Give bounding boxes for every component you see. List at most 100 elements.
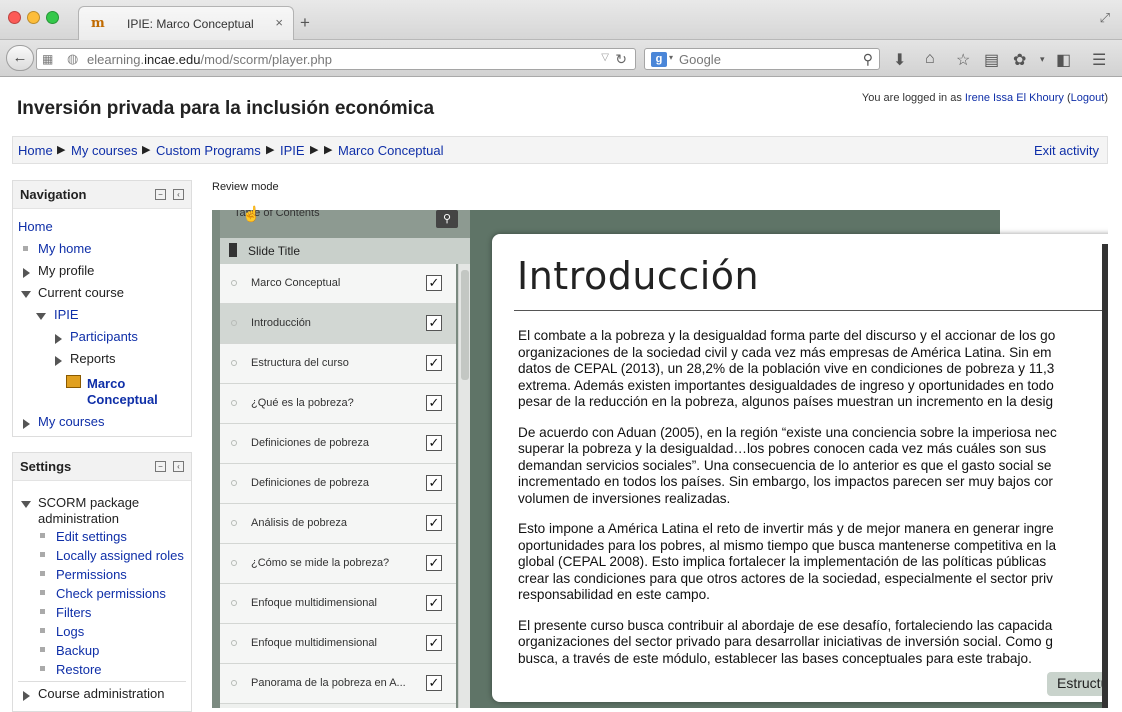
settings-scorm-admin-line2[interactable]: administration [38, 511, 119, 526]
tabs-grid-icon[interactable]: ▦ [42, 52, 53, 66]
breadcrumb-home[interactable]: Home [18, 143, 53, 158]
settings-check-permissions[interactable]: Check permissions [56, 586, 166, 601]
logout-link[interactable]: Logout [1071, 92, 1105, 104]
tab-close-icon[interactable]: × [275, 15, 283, 30]
close-window-button[interactable] [8, 11, 21, 24]
url-dropdown-icon[interactable]: ▽ [601, 52, 609, 63]
next-slide-button[interactable]: Estructu [1047, 672, 1108, 696]
settings-locally-assigned-roles[interactable]: Locally assigned roles [56, 548, 184, 563]
nav-current-course[interactable]: Current course [38, 285, 124, 300]
nav-my-home[interactable]: My home [38, 241, 91, 256]
expand-icon[interactable] [55, 334, 62, 344]
extension-dropdown-icon[interactable]: ▾ [1040, 54, 1045, 65]
breadcrumb-separator-icon: ▶ [324, 144, 333, 156]
exit-activity-link[interactable]: Exit activity [1034, 143, 1099, 158]
slide-heading: Introducción [517, 254, 760, 298]
toc-search-icon[interactable]: ⚲ [436, 210, 458, 228]
settings-course-administration[interactable]: Course administration [38, 686, 164, 701]
status-dot-icon [231, 480, 237, 486]
nav-reports[interactable]: Reports [70, 351, 116, 366]
menu-icon[interactable]: ☰ [1092, 50, 1106, 70]
browser-tab-active[interactable]: m IPIE: Marco Conceptual × [78, 6, 294, 40]
download-icon[interactable]: ⬇ [893, 50, 906, 70]
settings-logs[interactable]: Logs [56, 624, 84, 639]
address-bar[interactable]: ▦ ◍ elearning.incae.edu/mod/scorm/player… [36, 48, 636, 70]
minimize-window-button[interactable] [27, 11, 40, 24]
search-icon[interactable]: ⚲ [863, 51, 873, 68]
collapse-icon[interactable] [36, 313, 46, 320]
toc-scrollbar[interactable] [458, 264, 470, 708]
toc-item[interactable]: Análisis de pobreza ✓ [220, 504, 456, 544]
nav-my-courses[interactable]: My courses [38, 414, 104, 429]
search-bar[interactable]: g ▾ Google ⚲ [644, 48, 880, 70]
nav-activity-line2[interactable]: Conceptual [87, 392, 158, 407]
toc-item[interactable]: ¿Qué es la pobreza? ✓ [220, 384, 456, 424]
settings-scorm-admin-line1[interactable]: SCORM package [38, 495, 139, 510]
engine-dropdown-icon[interactable]: ▾ [669, 53, 673, 62]
settings-restore[interactable]: Restore [56, 662, 102, 677]
collapse-block-icon[interactable]: − [155, 461, 166, 472]
slide-paragraph: Esto impone a América Latina el reto de … [518, 521, 1057, 602]
bullet-icon [40, 571, 45, 576]
breadcrumb-separator-icon: ▶ [57, 144, 66, 156]
breadcrumb-my-courses[interactable]: My courses [71, 143, 137, 158]
expand-icon[interactable] [55, 356, 62, 366]
nav-my-profile[interactable]: My profile [38, 263, 94, 278]
dock-block-icon[interactable]: ‹ [173, 189, 184, 200]
status-dot-icon [231, 440, 237, 446]
home-icon[interactable]: ⌂ [925, 50, 935, 68]
collapse-block-icon[interactable]: − [155, 189, 166, 200]
navigation-block: Navigation − ‹ Home My home My profile C… [12, 180, 192, 437]
toc-item-active[interactable]: Introducción ✓ [220, 304, 456, 344]
reload-icon[interactable]: ↻ [615, 51, 627, 68]
settings-backup[interactable]: Backup [56, 643, 99, 658]
nav-course-ipie[interactable]: IPIE [54, 307, 79, 322]
nav-home[interactable]: Home [18, 219, 53, 234]
settings-filters[interactable]: Filters [56, 605, 91, 620]
toc-item[interactable]: Estructura del curso ✓ [220, 344, 456, 384]
breadcrumb-custom-programs[interactable]: Custom Programs [156, 143, 261, 158]
browser-tab-bar: m IPIE: Marco Conceptual × + ⤢ [0, 0, 1122, 40]
moodle-favicon-icon: m [91, 16, 105, 31]
toc-item[interactable]: Definiciones de pobreza ✓ [220, 424, 456, 464]
breadcrumb-ipie[interactable]: IPIE [280, 143, 305, 158]
toc-item[interactable]: Marco Conceptual ✓ [220, 264, 456, 304]
navigation-block-title: Navigation [20, 187, 87, 202]
settings-edit-settings[interactable]: Edit settings [56, 529, 127, 544]
nav-activity-line1[interactable]: Marco [87, 376, 125, 391]
back-button[interactable]: ← [6, 45, 34, 71]
breadcrumb-separator-icon: ▶ [266, 144, 275, 156]
toc-item[interactable]: Definiciones de pobreza ✓ [220, 464, 456, 504]
extension-icon[interactable]: ✿ [1013, 50, 1026, 70]
new-tab-button[interactable]: + [300, 13, 310, 33]
slide-title-header-label: Slide Title [248, 244, 301, 258]
expand-icon[interactable] [23, 691, 30, 701]
settings-permissions[interactable]: Permissions [56, 567, 127, 582]
dock-block-icon[interactable]: ‹ [173, 461, 184, 472]
status-dot-icon [231, 400, 237, 406]
slide-scrollbar[interactable] [1102, 244, 1108, 708]
toc-item[interactable]: ¿Cómo se mide la pobreza? ✓ [220, 544, 456, 584]
slide-paragraph: De acuerdo con Aduan (2005), en la regió… [518, 424, 1057, 506]
user-profile-link[interactable]: Irene Issa El Khoury [965, 92, 1064, 104]
google-engine-icon[interactable]: g [651, 52, 667, 67]
nav-participants[interactable]: Participants [70, 329, 138, 344]
site-identity-icon[interactable]: ◍ [67, 51, 78, 67]
zoom-window-button[interactable] [46, 11, 59, 24]
expand-icon[interactable] [23, 419, 30, 429]
toc-item[interactable]: Enfoque multidimensional ✓ [220, 584, 456, 624]
bullet-icon [40, 628, 45, 633]
toc-item[interactable]: Panorama de la pobreza en A... ✓ [220, 664, 456, 704]
fullscreen-icon[interactable]: ⤢ [1100, 10, 1110, 26]
collapse-icon[interactable] [21, 291, 31, 298]
reading-list-icon[interactable]: ▤ [984, 50, 999, 70]
collapse-icon[interactable] [21, 501, 31, 508]
breadcrumb-separator-icon: ▶ [142, 144, 151, 156]
bookmark-star-icon[interactable]: ☆ [956, 50, 970, 70]
expand-icon[interactable] [23, 268, 30, 278]
breadcrumb-marco-conceptual[interactable]: Marco Conceptual [338, 143, 444, 158]
delicious-icon[interactable]: ◧ [1056, 50, 1071, 70]
slide-top-strip [1000, 210, 1108, 234]
toc-scrollbar-thumb[interactable] [461, 270, 469, 380]
toc-item[interactable]: Enfoque multidimensional ✓ [220, 624, 456, 664]
